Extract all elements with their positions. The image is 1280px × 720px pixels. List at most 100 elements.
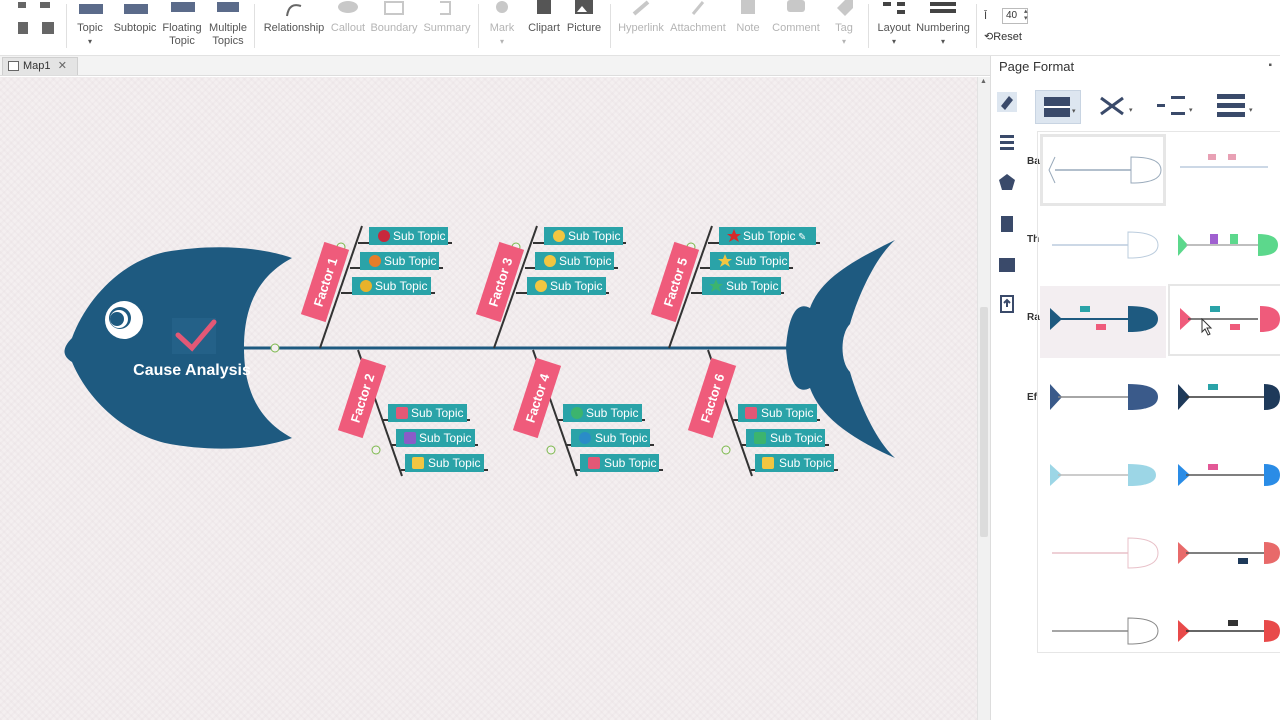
subtopic-button[interactable]: Subtopic xyxy=(112,0,158,52)
warning-icon xyxy=(762,457,774,469)
theme-thumbnail[interactable] xyxy=(1040,520,1166,592)
clipart-label: Clipart xyxy=(528,22,560,34)
sub-topic-node[interactable]: Sub Topic xyxy=(755,454,834,472)
export-icon[interactable] xyxy=(997,294,1017,314)
comment-button[interactable]: Comment xyxy=(770,0,822,52)
boundary-button[interactable]: Boundary xyxy=(370,0,418,52)
sub-topic-node[interactable]: Sub Topic xyxy=(563,404,642,422)
collapse-icon[interactable] xyxy=(546,445,556,455)
sub-topic-node[interactable]: Sub Topic xyxy=(710,252,789,270)
clipart-button[interactable]: Clipart xyxy=(524,0,564,52)
pin-icon[interactable]: ▪ xyxy=(1268,60,1272,71)
theme-thumbnail[interactable] xyxy=(1040,286,1166,358)
theme-thumbnail[interactable] xyxy=(1040,212,1166,284)
theme-thumbnail[interactable] xyxy=(1168,364,1280,436)
comment-label: Comment xyxy=(772,22,820,34)
tree-layout-button[interactable]: ▾ xyxy=(1153,90,1199,124)
clipart-library-icon[interactable] xyxy=(997,214,1017,234)
theme-gallery xyxy=(1037,131,1280,653)
summary-button[interactable]: Summary xyxy=(422,0,472,52)
format-brush-icon[interactable] xyxy=(997,92,1017,112)
reset-button[interactable]: ⟲Reset xyxy=(984,30,1022,43)
sub-topic-node[interactable]: Sub Topic xyxy=(527,277,606,295)
mark-label: Mark xyxy=(489,22,515,34)
vertical-scrollbar[interactable]: ▲ xyxy=(977,77,990,720)
central-topic[interactable]: Cause Analysis xyxy=(133,362,251,379)
multiple-topics-button[interactable]: Multiple Topics xyxy=(206,0,250,52)
sub-topic-node[interactable]: Sub Topic ✎ xyxy=(719,227,816,245)
topic-label: Topic xyxy=(77,22,103,34)
fishbone-layout-icon: ▾ xyxy=(1044,97,1076,117)
numbering-button[interactable]: Numbering ▾ xyxy=(914,0,972,52)
theme-thumbnail[interactable] xyxy=(1040,364,1166,436)
sub-topic-node[interactable]: Sub Topic xyxy=(388,404,467,422)
sub-topic-node[interactable]: Sub Topic xyxy=(396,429,475,447)
topic-button[interactable]: Topic ▾ xyxy=(72,0,108,52)
sub-topic-node[interactable]: Sub Topic xyxy=(580,454,659,472)
sub-topic-node[interactable]: Sub Topic xyxy=(738,404,817,422)
sub-topic-node[interactable]: Sub Topic xyxy=(352,277,431,295)
theme-thumbnail[interactable] xyxy=(1168,520,1280,592)
attachment-button[interactable]: Attachment xyxy=(670,0,726,52)
picture-button[interactable]: Picture xyxy=(564,0,604,52)
svg-text:Sub Topic: Sub Topic xyxy=(393,229,445,243)
collapse-icon[interactable] xyxy=(371,445,381,455)
svg-text:Sub Topic: Sub Topic xyxy=(428,456,480,470)
icon-library-icon[interactable] xyxy=(997,172,1017,192)
sub-topic-node[interactable]: Sub Topic xyxy=(702,277,781,295)
mark-button[interactable]: Mark ▾ xyxy=(484,0,520,52)
theme-thumbnail[interactable] xyxy=(1040,134,1166,206)
calendar-icon[interactable] xyxy=(997,254,1017,274)
theme-thumbnail[interactable] xyxy=(1168,442,1280,514)
close-icon[interactable]: ✕ xyxy=(58,58,67,74)
spacing-stepper[interactable]: ▴ ▾ xyxy=(1024,8,1028,22)
svg-text:Sub Topic: Sub Topic xyxy=(595,431,647,445)
theme-thumbnail[interactable] xyxy=(1168,134,1280,206)
callout-button[interactable]: Callout xyxy=(328,0,368,52)
spine-collapse-icon[interactable] xyxy=(270,343,280,353)
sub-topic-node[interactable]: Sub Topic xyxy=(544,227,623,245)
collapse-icon[interactable] xyxy=(721,445,731,455)
theme-thumbnail[interactable] xyxy=(1168,212,1280,284)
svg-text:▾: ▾ xyxy=(1129,107,1133,114)
sub-topic-node[interactable]: Sub Topic xyxy=(746,429,825,447)
factor-4-label[interactable]: Factor 4 xyxy=(512,357,562,439)
theme-thumbnail[interactable] xyxy=(1040,598,1166,652)
tag-button[interactable]: Tag ▾ xyxy=(826,0,862,52)
fish-tail[interactable] xyxy=(786,240,895,458)
sub-topic-node[interactable]: Sub Topic xyxy=(535,252,614,270)
outline-list-icon[interactable] xyxy=(997,132,1017,152)
theme-thumbnail[interactable] xyxy=(1040,442,1166,514)
mind-map-canvas[interactable]: Cause Analysis Factor 1 Sub Topic Sub To… xyxy=(0,77,977,720)
relationship-button[interactable]: Relationship xyxy=(262,0,326,52)
factor-6-label[interactable]: Factor 6 xyxy=(687,357,737,439)
layout-button[interactable]: Layout ▾ xyxy=(874,0,914,52)
sub-topic-node[interactable]: Sub Topic xyxy=(571,429,650,447)
scroll-up-icon[interactable]: ▲ xyxy=(980,78,987,85)
sub-topic-node[interactable]: Sub Topic xyxy=(369,227,448,245)
svg-text:Sub Topic: Sub Topic xyxy=(559,254,611,268)
svg-text:Sub Topic: Sub Topic xyxy=(770,431,822,445)
hyperlink-button[interactable]: Hyperlink xyxy=(616,0,666,52)
svg-text:Sub Topic: Sub Topic xyxy=(604,456,656,470)
theme-thumbnail[interactable] xyxy=(1168,598,1280,652)
mindmap-layout-button[interactable]: ▾ xyxy=(1093,90,1139,124)
factor-2-branch: Factor 2 Sub Topic Sub Topic Sub Topic xyxy=(337,349,488,477)
list-layout-button[interactable]: ▾ xyxy=(1213,90,1259,124)
factor-2-label[interactable]: Factor 2 xyxy=(337,357,387,439)
floating-topic-label: Floating Topic xyxy=(162,22,202,47)
floating-topic-icon xyxy=(171,2,195,12)
theme-thumbnail[interactable] xyxy=(1168,284,1280,356)
format-painter-icon[interactable] xyxy=(12,0,56,40)
sub-topic-node[interactable]: Sub Topic xyxy=(360,252,439,270)
tab-map1[interactable]: Map1 ✕ xyxy=(2,57,78,75)
priority-3-icon xyxy=(360,280,372,292)
list-layout-icon: ▾ xyxy=(1217,94,1253,117)
sub-topic-node[interactable]: Sub Topic xyxy=(405,454,484,472)
summary-label: Summary xyxy=(423,22,471,34)
note-button[interactable]: Note xyxy=(730,0,766,52)
fishbone-layout-button[interactable]: ▾ xyxy=(1035,90,1081,124)
scrollbar-thumb[interactable] xyxy=(980,307,988,537)
floating-topic-button[interactable]: Floating Topic xyxy=(160,0,204,52)
smile-icon xyxy=(553,230,565,242)
